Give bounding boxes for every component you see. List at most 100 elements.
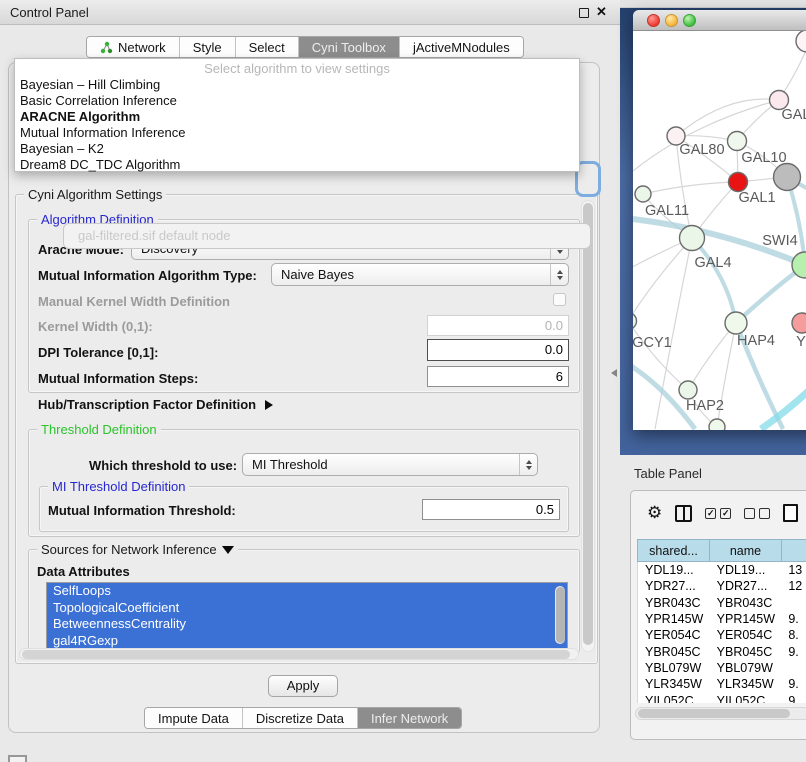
table-cell: YIL052C bbox=[710, 692, 782, 703]
network-node-gal11[interactable] bbox=[635, 186, 651, 202]
network-icon bbox=[100, 41, 113, 54]
column-layout-icon[interactable] bbox=[675, 505, 692, 522]
network-node[interactable] bbox=[796, 31, 806, 52]
list-scrollbar[interactable] bbox=[555, 586, 565, 644]
network-node[interactable] bbox=[774, 164, 801, 191]
network-target-combo[interactable]: gal-filtered.sif default node bbox=[63, 223, 591, 249]
settings-vertical-scrollbar[interactable] bbox=[581, 200, 595, 652]
minimize-traffic-light[interactable] bbox=[665, 14, 678, 27]
mi-algorithm-type-combo[interactable]: Naive Bayes bbox=[271, 263, 569, 286]
settings-gear-icon[interactable]: ⚙ bbox=[647, 504, 662, 522]
network-node-y[interactable] bbox=[792, 313, 806, 333]
attribute-list-item[interactable]: BetweennessCentrality bbox=[47, 616, 567, 633]
table-cell: 9. bbox=[781, 643, 806, 659]
table-cell: YER054C bbox=[710, 627, 782, 643]
dpi-tolerance-field[interactable]: 0.0 bbox=[427, 339, 569, 361]
tab-cyni-toolbox[interactable]: Cyni Toolbox bbox=[299, 37, 400, 57]
tab-infer-network[interactable]: Infer Network bbox=[358, 708, 461, 728]
table-cell: YDL19... bbox=[638, 562, 710, 578]
network-node-gal1[interactable] bbox=[729, 173, 748, 192]
which-threshold-combo[interactable]: MI Threshold bbox=[242, 453, 538, 476]
tab-impute-data[interactable]: Impute Data bbox=[145, 708, 243, 728]
network-node-label: GAL10 bbox=[741, 150, 786, 166]
table-cell: YER054C bbox=[638, 627, 710, 643]
data-attributes-label: Data Attributes bbox=[37, 564, 130, 579]
collapse-arrow-icon bbox=[222, 546, 234, 554]
network-node-gal4[interactable] bbox=[680, 226, 705, 251]
float-icon[interactable] bbox=[579, 8, 589, 18]
table-row[interactable]: YIL052CYIL052C9. bbox=[638, 692, 806, 703]
table-cell: 9. bbox=[781, 676, 806, 692]
close-traffic-light[interactable] bbox=[647, 14, 660, 27]
table-row[interactable]: YER054CYER054C8. bbox=[638, 627, 806, 643]
mi-threshold-field[interactable]: 0.5 bbox=[422, 499, 560, 520]
table-row[interactable]: YBR043CYBR043C bbox=[638, 595, 806, 611]
kernel-width-label: Kernel Width (0,1): bbox=[38, 319, 153, 334]
network-node-label: GAL80 bbox=[679, 142, 724, 158]
control-panel-tab-bar: NetworkStyleSelectCyni ToolboxjActiveMNo… bbox=[86, 36, 524, 58]
network-node-gal10[interactable] bbox=[728, 132, 747, 151]
table-row[interactable]: YBR045CYBR045C9. bbox=[638, 643, 806, 659]
tab-jactivemnodules[interactable]: jActiveMNodules bbox=[400, 37, 523, 57]
settings-horizontal-scrollbar[interactable] bbox=[19, 648, 579, 660]
mi-steps-field[interactable]: 6 bbox=[427, 366, 569, 387]
zoom-traffic-light[interactable] bbox=[683, 14, 696, 27]
kernel-width-field[interactable]: 0.0 bbox=[427, 315, 569, 336]
network-canvas[interactable]: GALGAL80GAL10GAL1GAL11GAL4SWI4GCY1HAP4YH… bbox=[633, 31, 806, 430]
apply-button[interactable]: Apply bbox=[268, 675, 338, 697]
table-cell bbox=[781, 595, 806, 611]
dropdown-item[interactable]: Dream8 DC_TDC Algorithm bbox=[15, 157, 579, 173]
table-row[interactable]: YLR345WYLR345W9. bbox=[638, 676, 806, 692]
table-row[interactable]: YDL19...YDL19...13 bbox=[638, 562, 806, 578]
dropdown-item[interactable]: ARACNE Algorithm bbox=[15, 109, 579, 125]
dropdown-placeholder: Select algorithm to view settings bbox=[15, 59, 579, 77]
attribute-list-item[interactable]: TopologicalCoefficient bbox=[47, 600, 567, 617]
network-window-titlebar[interactable] bbox=[633, 10, 806, 31]
mi-threshold-legend: MI Threshold Definition bbox=[48, 479, 189, 494]
network-node[interactable] bbox=[709, 419, 725, 430]
network-window: GALGAL80GAL10GAL1GAL11GAL4SWI4GCY1HAP4YH… bbox=[633, 10, 806, 430]
document-icon[interactable] bbox=[783, 504, 798, 522]
table-cell: 9. bbox=[781, 611, 806, 627]
table-column-header[interactable] bbox=[781, 539, 806, 562]
network-edge bbox=[692, 238, 736, 323]
table-horizontal-scrollbar[interactable] bbox=[635, 707, 806, 720]
dropdown-item[interactable]: Basic Correlation Inference bbox=[15, 93, 579, 109]
table-row[interactable]: YPR145WYPR145W9. bbox=[638, 611, 806, 627]
manual-kernel-width-checkbox[interactable] bbox=[553, 293, 566, 306]
mi-algorithm-type-label: Mutual Information Algorithm Type: bbox=[38, 268, 257, 283]
tab-style[interactable]: Style bbox=[180, 37, 236, 57]
attribute-list-item[interactable]: gal4RGexp bbox=[47, 633, 567, 650]
data-attributes-list[interactable]: SelfLoopsTopologicalCoefficientBetweenne… bbox=[46, 582, 568, 650]
table-cell: YBR045C bbox=[710, 643, 782, 659]
select-all-icon[interactable]: ✓✓ bbox=[705, 508, 731, 519]
cyni-algorithm-settings-group: Cyni Algorithm Settings Algorithm Defini… bbox=[15, 194, 598, 664]
dropdown-item[interactable]: Mutual Information Inference bbox=[15, 125, 579, 141]
close-icon[interactable]: ✕ bbox=[596, 4, 607, 20]
dropdown-item[interactable]: Bayesian – Hill Climbing bbox=[15, 77, 579, 93]
table-header-row: shared...name bbox=[637, 539, 806, 562]
network-node-gcy1[interactable] bbox=[633, 313, 637, 330]
table-row[interactable]: YDR27...YDR27...12 bbox=[638, 578, 806, 594]
stepper-arrows-icon bbox=[550, 264, 568, 285]
collapsed-panel-icon[interactable] bbox=[8, 755, 27, 762]
tab-network[interactable]: Network bbox=[87, 37, 180, 57]
tab-select[interactable]: Select bbox=[236, 37, 299, 57]
table-cell: YDR27... bbox=[710, 578, 782, 594]
stepper-arrows-icon bbox=[519, 454, 537, 475]
attribute-list-item[interactable]: SelfLoops bbox=[47, 583, 567, 600]
sources-legend: Sources for Network Inference bbox=[37, 542, 238, 557]
dropdown-item[interactable]: Bayesian – K2 bbox=[15, 141, 579, 157]
network-node-hap2[interactable] bbox=[679, 381, 697, 399]
mi-steps-label: Mutual Information Steps: bbox=[38, 371, 198, 386]
deselect-all-icon[interactable] bbox=[744, 508, 770, 519]
network-node-label: GAL11 bbox=[645, 203, 689, 219]
network-graph: GALGAL80GAL10GAL1GAL11GAL4SWI4GCY1HAP4YH… bbox=[633, 31, 806, 430]
hub-definition-expander[interactable]: Hub/Transcription Factor Definition bbox=[38, 397, 273, 412]
table-column-header[interactable]: shared... bbox=[637, 539, 709, 562]
table-column-header[interactable]: name bbox=[709, 539, 781, 562]
network-node-label: HAP2 bbox=[686, 398, 724, 414]
tab-discretize-data[interactable]: Discretize Data bbox=[243, 708, 358, 728]
network-node-hap4[interactable] bbox=[725, 312, 747, 334]
table-row[interactable]: YBL079WYBL079W bbox=[638, 660, 806, 676]
